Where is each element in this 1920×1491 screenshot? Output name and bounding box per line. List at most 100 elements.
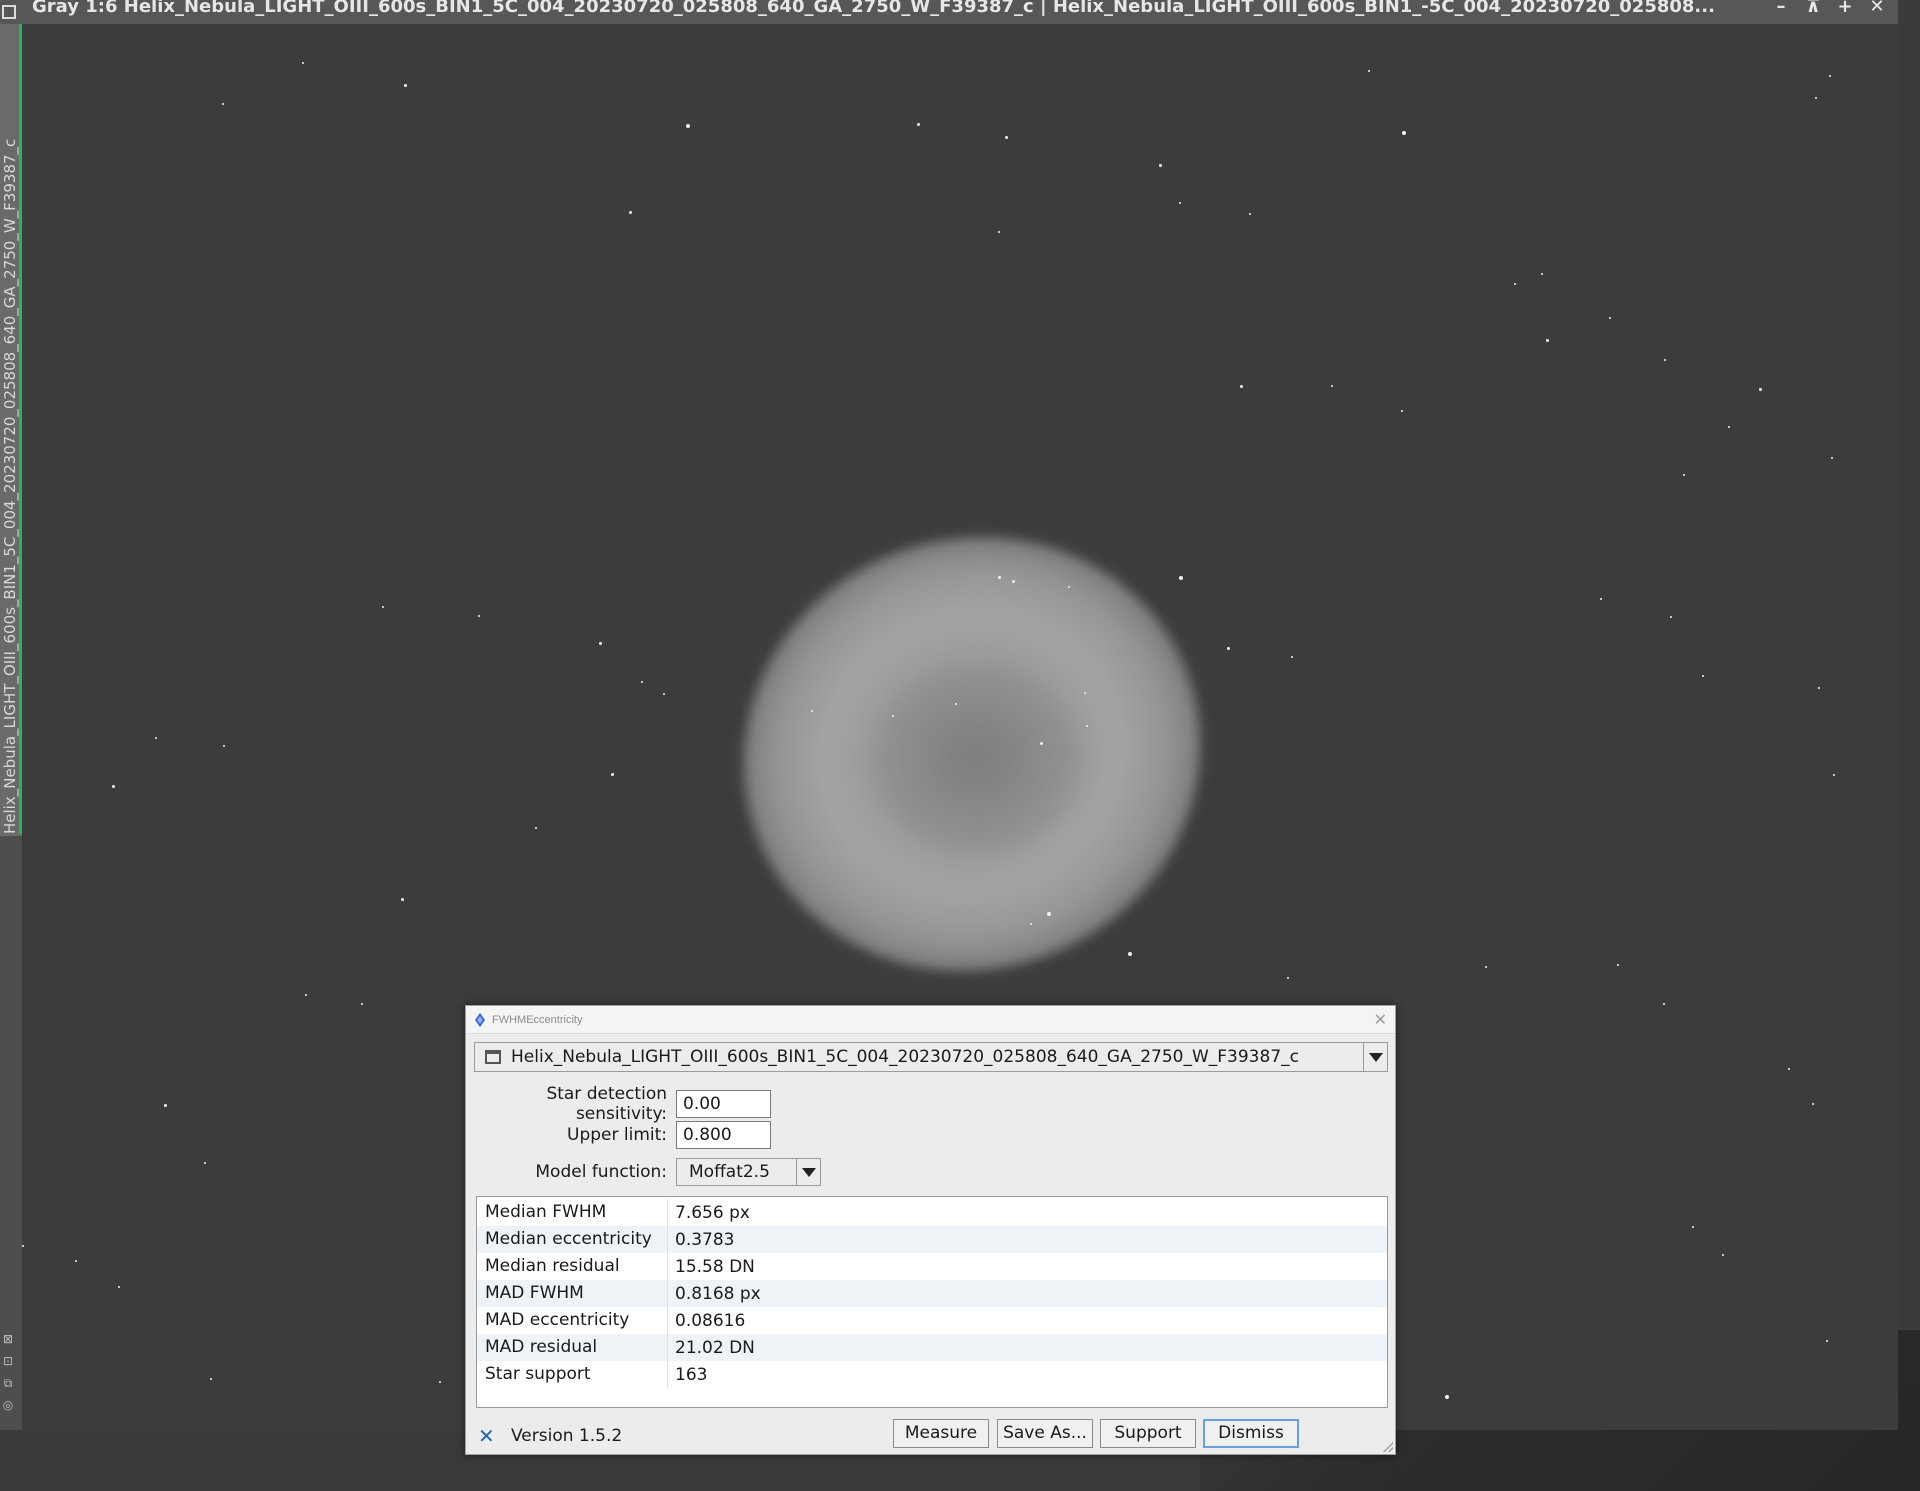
dialog-title: FWHMEccentricity [492, 1013, 583, 1026]
star [204, 1162, 206, 1164]
dismiss-button[interactable]: Dismiss [1203, 1419, 1299, 1448]
star [1600, 598, 1602, 600]
star [1722, 1254, 1724, 1256]
model-function-label: Model function: [535, 1162, 667, 1182]
upper-limit-input[interactable]: 0.800 [676, 1121, 771, 1149]
side-tools: ⊠ ⊡ ⧉ ◎ [0, 1325, 18, 1419]
result-value: 163 [675, 1364, 708, 1385]
star [1788, 1068, 1790, 1070]
star [1402, 131, 1406, 135]
star [811, 710, 813, 712]
star [1485, 966, 1487, 968]
star [1012, 580, 1015, 583]
mask-icon[interactable]: ⊠ [1, 1331, 15, 1347]
view-selector[interactable]: Helix_Nebula_LIGHT_OIII_600s_BIN1_5C_004… [474, 1042, 1388, 1072]
star [1514, 283, 1516, 285]
star [1664, 359, 1666, 361]
star [1086, 725, 1088, 727]
star [917, 123, 920, 126]
maximize-icon[interactable]: + [1836, 0, 1854, 18]
star [1541, 273, 1543, 275]
star-detection-row: Star detection sensitivity: 0.00 [466, 1084, 771, 1124]
table-row: Star support 163 [477, 1361, 1387, 1388]
star [1546, 339, 1549, 342]
image-window-title-bar[interactable]: Gray 1:6 Helix_Nebula_LIGHT_OIII_600s_BI… [0, 0, 1898, 24]
result-value: 0.3783 [675, 1229, 735, 1250]
window-icon [2, 5, 16, 19]
star [1826, 1340, 1828, 1342]
preview-icon[interactable]: ⊡ [1, 1353, 15, 1369]
star [663, 693, 665, 695]
star [535, 827, 537, 829]
star [1291, 656, 1293, 658]
result-value: 0.08616 [675, 1310, 746, 1331]
star [1663, 1003, 1665, 1005]
star [223, 745, 225, 747]
star [361, 1003, 363, 1005]
view-identifier-label: Helix_Nebula_LIGHT_OIII_600s_BIN1_5C_004… [1, 138, 19, 834]
support-button[interactable]: Support [1100, 1419, 1196, 1448]
save-as-button[interactable]: Save As... [997, 1419, 1093, 1448]
clone-icon[interactable]: ⧉ [1, 1375, 15, 1391]
star [164, 1104, 167, 1107]
star [1831, 457, 1833, 459]
result-value: 15.58 DN [675, 1256, 755, 1277]
shade-icon[interactable]: ⊼ [1804, 0, 1822, 18]
image-window-title: Gray 1:6 Helix_Nebula_LIGHT_OIII_600s_BI… [32, 0, 1715, 16]
result-key: Median residual [477, 1253, 668, 1280]
star [75, 1260, 77, 1262]
fwhm-eccentricity-dialog: FWHMEccentricity ✕ Helix_Nebula_LIGHT_OI… [465, 1005, 1396, 1455]
star [1249, 213, 1251, 215]
model-function-value: Moffat2.5 [689, 1162, 770, 1182]
star [1040, 742, 1043, 745]
star [222, 103, 224, 105]
minimize-icon[interactable]: – [1772, 0, 1790, 18]
result-key: Star support [477, 1361, 668, 1388]
result-key: MAD FWHM [477, 1280, 668, 1307]
result-key: Median eccentricity [477, 1226, 668, 1253]
star [1227, 647, 1230, 650]
star [1005, 136, 1008, 139]
result-key: MAD residual [477, 1334, 668, 1361]
star [1240, 385, 1243, 388]
upper-limit-row: Upper limit: 0.800 [466, 1121, 771, 1149]
star [1179, 576, 1183, 580]
star [112, 785, 115, 788]
star [1759, 388, 1762, 391]
star [611, 773, 614, 776]
close-icon[interactable]: ✕ [1868, 0, 1886, 18]
upper-limit-label: Upper limit: [567, 1125, 667, 1145]
star [629, 211, 632, 214]
results-table: Median FWHM 7.656 px Median eccentricity 0.… [476, 1196, 1388, 1408]
table-row: Median eccentricity 0.3783 [477, 1226, 1387, 1253]
star [1728, 426, 1730, 428]
star [22, 1245, 24, 1247]
star [1683, 474, 1685, 476]
image-view-icon [485, 1050, 501, 1064]
star [998, 231, 1000, 233]
star [1617, 964, 1619, 966]
settings-icon[interactable]: ◎ [1, 1397, 15, 1413]
model-function-select[interactable]: Moffat2.5 [676, 1158, 821, 1186]
table-row: Median FWHM 7.656 px [477, 1199, 1387, 1226]
measure-button[interactable]: Measure [893, 1419, 989, 1448]
star [478, 615, 480, 617]
star [401, 898, 404, 901]
dialog-title-bar[interactable]: FWHMEccentricity ✕ [466, 1006, 1395, 1034]
table-row: Median residual 15.58 DN [477, 1253, 1387, 1280]
star [1815, 97, 1817, 99]
star [1030, 923, 1032, 925]
star [404, 84, 407, 87]
resize-grip-icon[interactable] [1383, 1442, 1393, 1452]
table-row: MAD eccentricity 0.08616 [477, 1307, 1387, 1334]
chevron-down-icon[interactable] [796, 1159, 820, 1185]
result-key: Median FWHM [477, 1199, 668, 1226]
star [1833, 774, 1835, 776]
workspace: Gray 1:6 Helix_Nebula_LIGHT_OIII_600s_BI… [0, 0, 1920, 1491]
star-detection-input[interactable]: 0.00 [676, 1090, 771, 1118]
star [1445, 1395, 1449, 1399]
chevron-down-icon[interactable] [1363, 1043, 1387, 1071]
close-icon[interactable]: ✕ [1374, 1010, 1387, 1029]
star [1159, 164, 1162, 167]
star [382, 606, 384, 608]
